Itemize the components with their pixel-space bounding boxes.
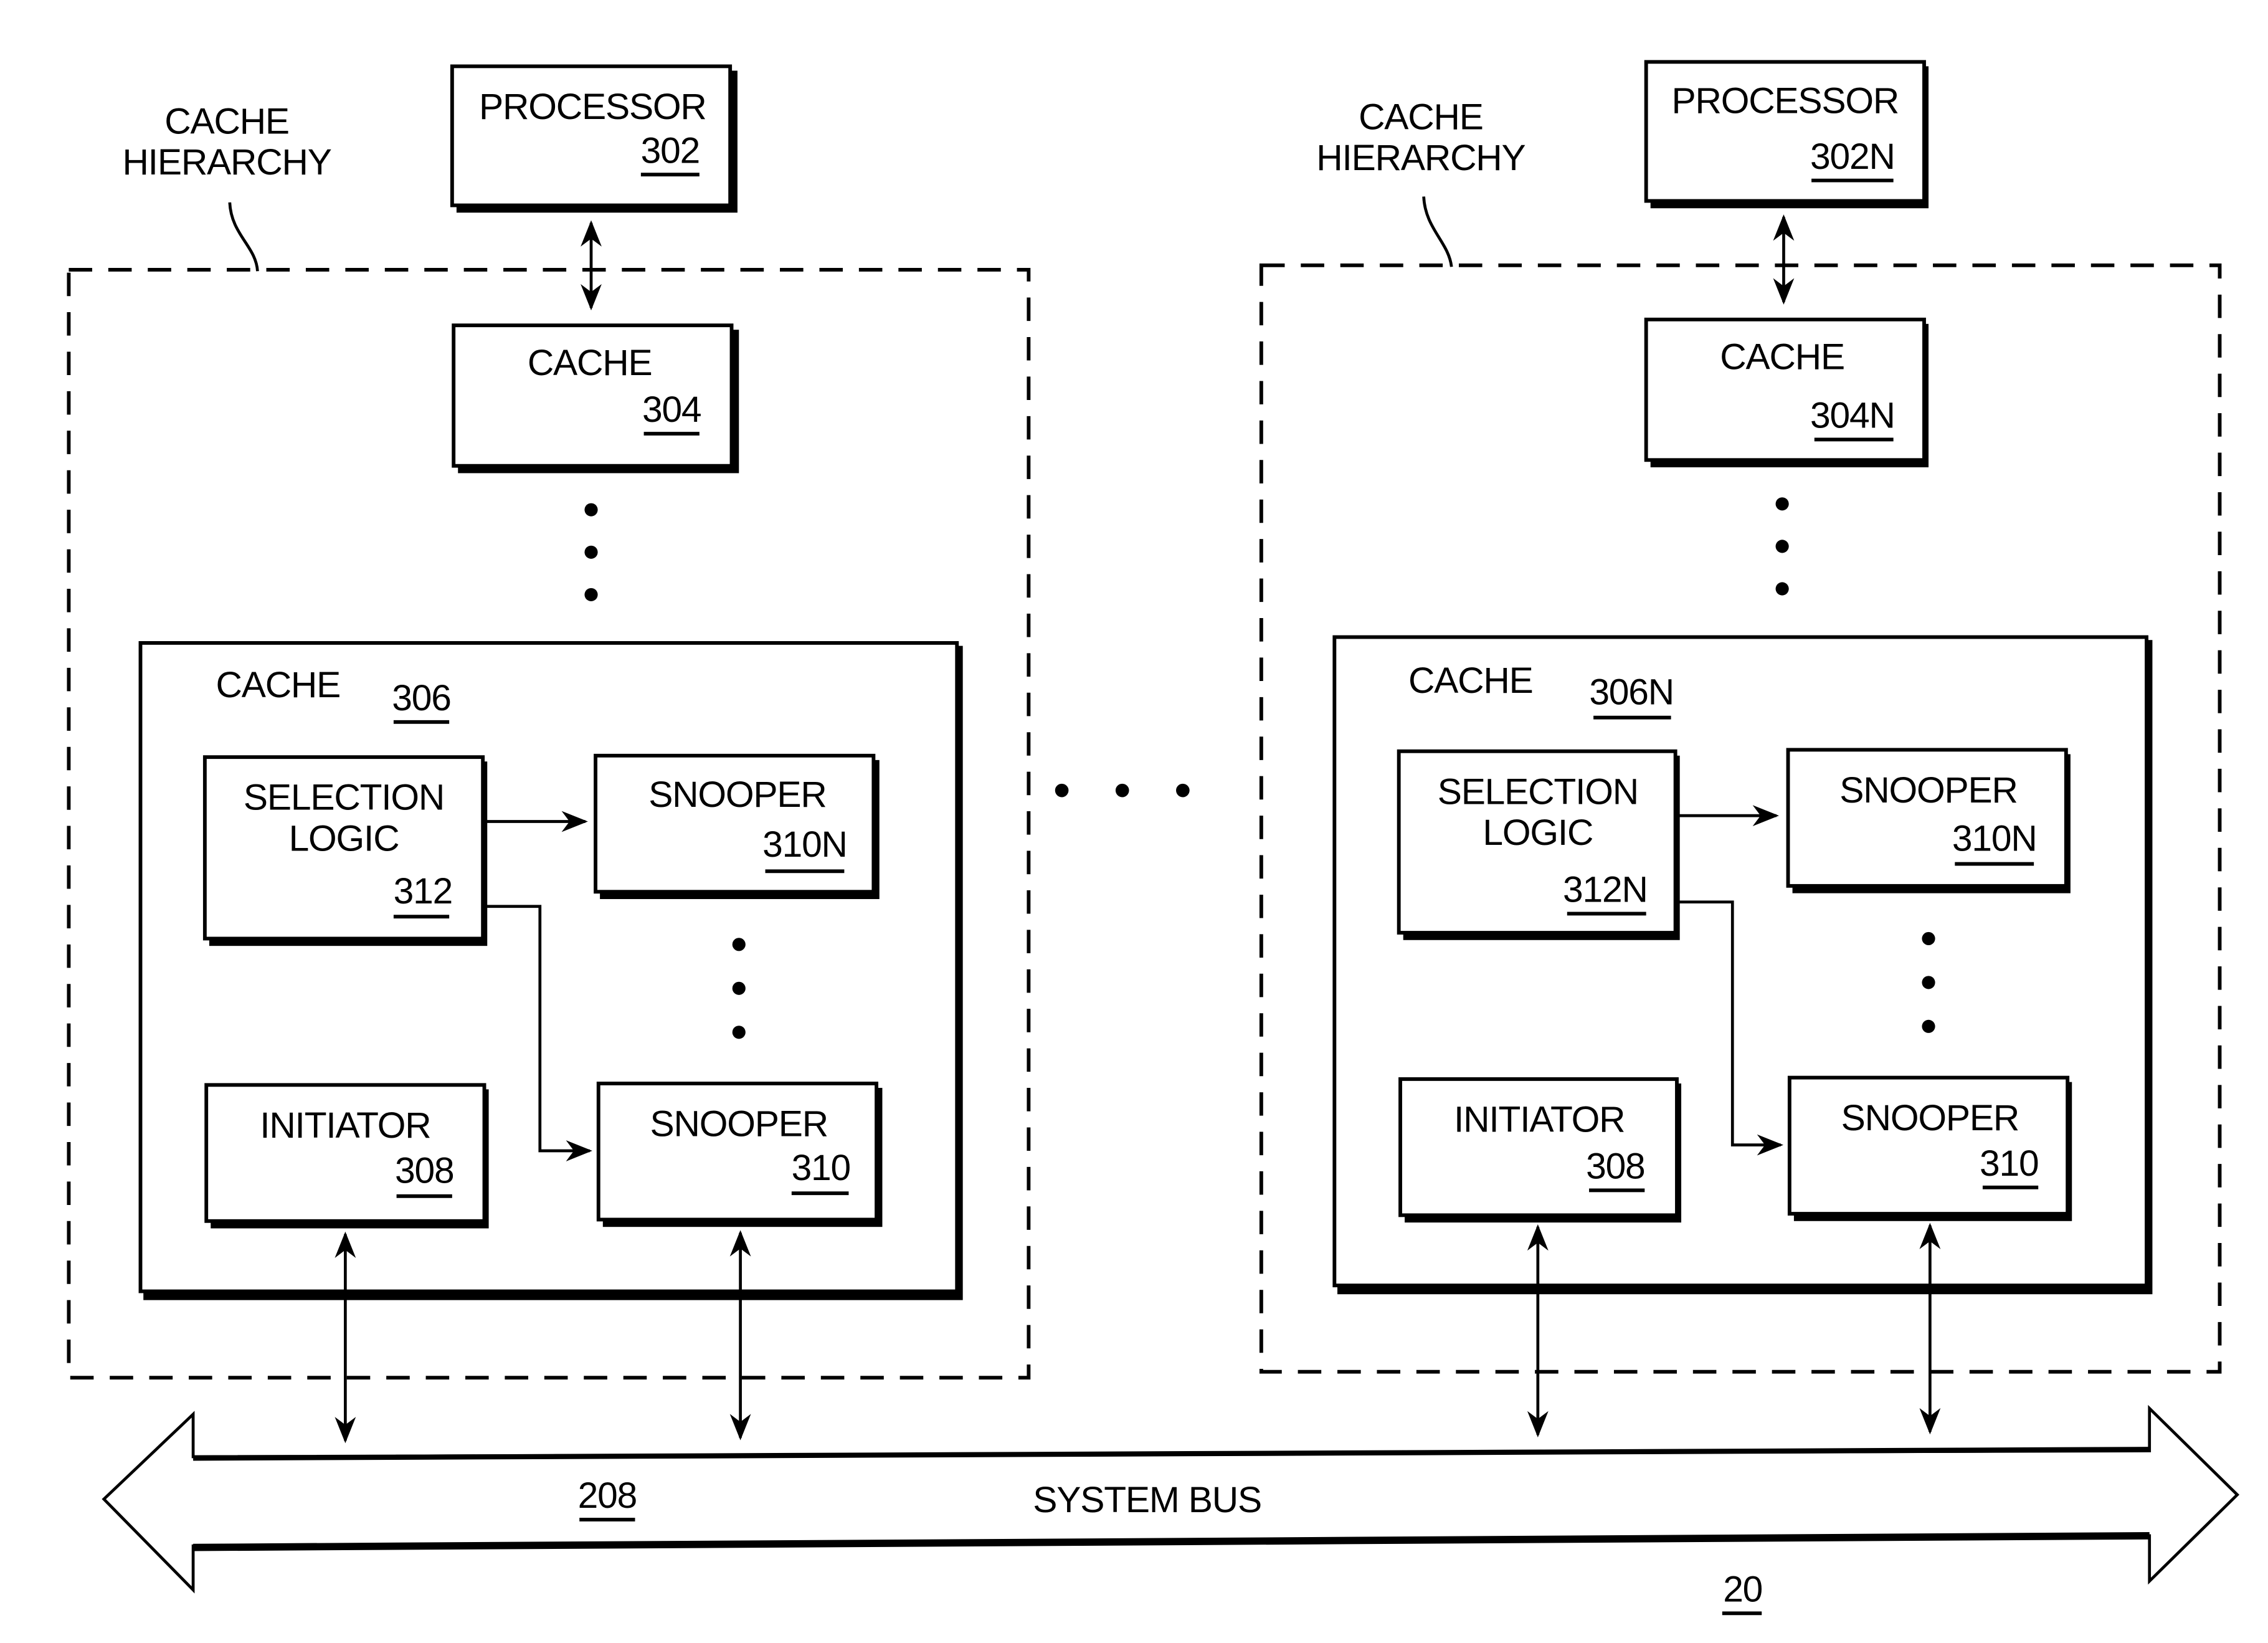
right-selection-logic-ref: 312N <box>1563 870 1648 910</box>
left-snooper-310n-box[interactable]: SNOOPER 310N <box>594 753 880 899</box>
system-bus-label: SYSTEM BUS <box>1033 1480 1261 1520</box>
left-initiator-label: INITIATOR <box>260 1105 430 1146</box>
right-processor-ref: 302N <box>1810 136 1895 177</box>
node-ellipsis: • • • <box>1053 762 1207 817</box>
left-initiator-ref: 308 <box>395 1151 453 1191</box>
left-snooper-310-label: SNOOPER <box>650 1104 828 1145</box>
left-cache-304-ref: 304 <box>642 389 701 430</box>
left-hierarchy-label-line2: HIERARCHY <box>122 142 331 183</box>
left-selection-logic-box[interactable]: SELECTION LOGIC 312 <box>202 755 488 946</box>
right-cache-306n-ref: 306N <box>1589 672 1674 713</box>
system-bus-ref: 208 <box>578 1475 637 1516</box>
left-initiator-box[interactable]: INITIATOR 308 <box>204 1083 489 1229</box>
left-cache-306-ref: 306 <box>392 678 450 718</box>
right-cache-304n-ref: 304N <box>1810 396 1895 436</box>
right-node: CACHE HIERARCHY PROCESSOR 302N CACHE 304… <box>1259 60 2222 1437</box>
left-selection-logic-ref: 312 <box>394 871 452 912</box>
left-hierarchy-label-line1: CACHE <box>164 101 289 141</box>
right-initiator-box[interactable]: INITIATOR 308 <box>1398 1077 1682 1223</box>
right-snooper-310-box[interactable]: SNOOPER 310 <box>1787 1075 2072 1221</box>
left-cache-306-label: CACHE <box>216 665 340 705</box>
right-hierarchy-label-line2: HIERARCHY <box>1316 138 1525 178</box>
left-selection-logic-label-line2: LOGIC <box>289 818 399 859</box>
right-hierarchy-label-line1: CACHE <box>1359 97 1483 137</box>
left-cache-304-label: CACHE <box>528 343 652 383</box>
right-cache-304n-label: CACHE <box>1720 337 1844 378</box>
left-snooper-310n-ref: 310N <box>762 824 847 865</box>
left-snooper-310n-label: SNOOPER <box>648 774 826 815</box>
left-cache-304-box[interactable]: CACHE 304 <box>452 323 739 474</box>
right-selection-logic-box[interactable]: SELECTION LOGIC 312N <box>1397 749 1680 940</box>
right-cache-306n-label: CACHE <box>1408 660 1533 701</box>
right-selection-logic-label-line1: SELECTION <box>1438 771 1638 812</box>
right-cache-304n-box[interactable]: CACHE 304N <box>1644 317 1929 468</box>
left-processor-box[interactable]: PROCESSOR 302 <box>450 64 738 213</box>
right-processor-box[interactable]: PROCESSOR 302N <box>1644 60 1929 209</box>
left-vertical-ellipsis <box>584 503 598 601</box>
figure-ref: 20 <box>1723 1569 1762 1610</box>
left-hierarchy-leader <box>228 202 259 272</box>
right-snooper-310n-ref: 310N <box>1952 818 2037 859</box>
left-processor-ref: 302 <box>641 130 700 171</box>
right-initiator-label: INITIATOR <box>1454 1099 1625 1140</box>
right-processor-label: PROCESSOR <box>1671 81 1899 121</box>
right-snooper-310-label: SNOOPER <box>1841 1098 2019 1138</box>
right-snooper-310n-box[interactable]: SNOOPER 310N <box>1786 748 2071 893</box>
system-diagram: CACHE HIERARCHY PROCESSOR 302 CACHE 304 <box>67 60 2240 1616</box>
right-snooper-310-ref: 310 <box>1980 1143 2038 1184</box>
right-hierarchy-leader <box>1422 196 1453 267</box>
right-snooper-310n-label: SNOOPER <box>1839 770 2017 811</box>
right-selection-logic-label-line2: LOGIC <box>1483 812 1593 853</box>
right-vertical-ellipsis <box>1775 497 1789 596</box>
left-node: CACHE HIERARCHY PROCESSOR 302 CACHE 304 <box>67 64 1031 1444</box>
system-bus: SYSTEM BUS 208 <box>102 1404 2240 1594</box>
left-processor-label: PROCESSOR <box>479 87 706 127</box>
left-snooper-310-box[interactable]: SNOOPER 310 <box>596 1082 883 1227</box>
left-selection-logic-label-line1: SELECTION <box>244 778 444 818</box>
left-snooper-310-ref: 310 <box>792 1148 850 1188</box>
right-initiator-ref: 308 <box>1586 1146 1644 1187</box>
